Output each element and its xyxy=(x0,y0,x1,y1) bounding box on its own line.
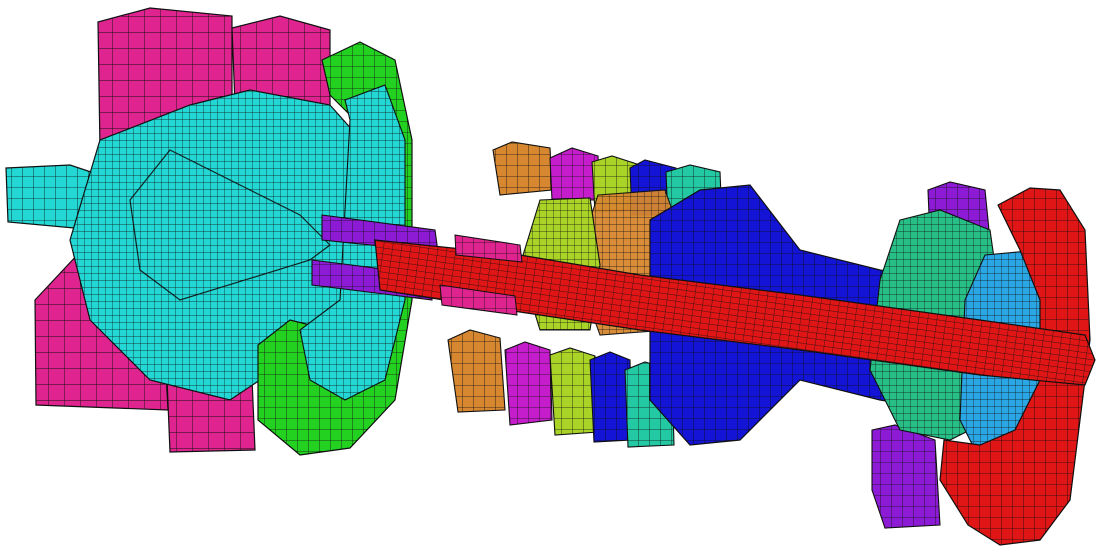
orange-disk-upper xyxy=(492,141,553,196)
purple-disk-right-lower xyxy=(871,424,941,529)
rotor-mesh-model xyxy=(5,7,1096,546)
violet-disk-lower xyxy=(504,341,553,426)
fe-mesh-viewport xyxy=(0,0,1101,558)
left-rotor-assembly xyxy=(5,7,439,456)
orange-disk-lower xyxy=(447,329,506,413)
